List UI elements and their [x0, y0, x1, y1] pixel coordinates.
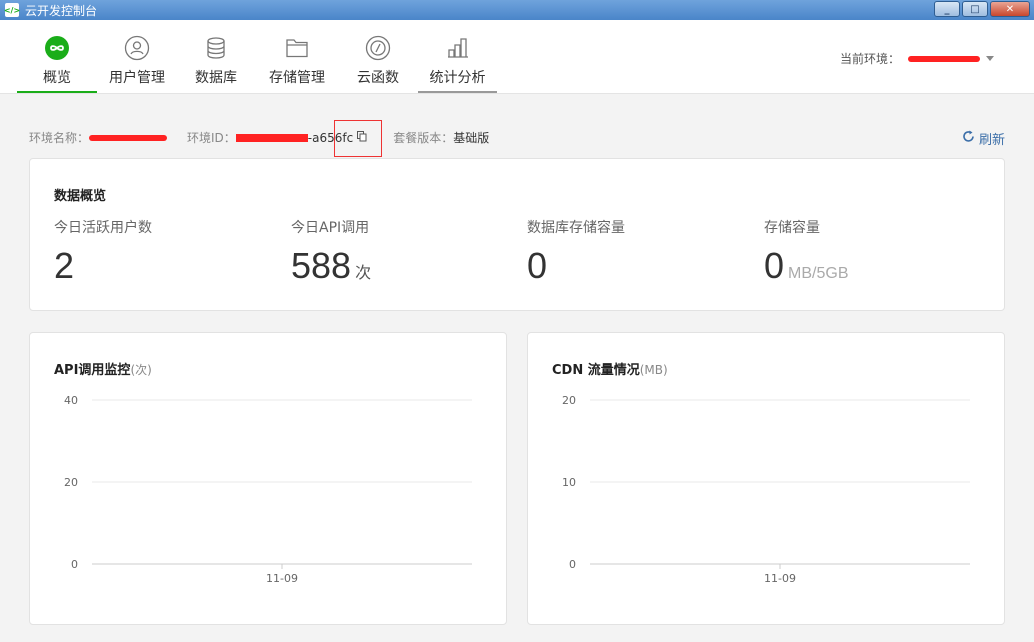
function-icon [365, 35, 391, 61]
y-tick-label: 20 [64, 476, 78, 489]
refresh-label: 刷新 [978, 133, 1005, 148]
infinity-icon [44, 35, 70, 61]
environment-selector[interactable]: 当前环境： [840, 50, 994, 67]
nav-item-database[interactable]: 数据库 [186, 20, 246, 93]
database-icon [203, 35, 229, 61]
stat-api-calls: 今日API调用 588 次 [291, 217, 371, 287]
data-overview-panel: 数据概览 今日活跃用户数 2 今日API调用 588 次 数据库存储容量 0 存储… [29, 158, 1005, 311]
redacted-env-name [89, 134, 168, 141]
y-tick-label: 20 [562, 394, 576, 407]
window-titlebar: </> 云开发控制台 _ □ ✕ [0, 0, 1034, 20]
y-tick-label: 10 [562, 476, 576, 489]
top-nav: 概览 用户管理 数据库 存储管理 云函数 统计分析 当前环境： [0, 20, 1034, 94]
api-monitor-chart: 0 20 40 11-09 [64, 394, 472, 585]
env-id-label: 环境ID： [187, 131, 236, 145]
folder-icon [284, 35, 310, 61]
nav-label: 用户管理 [109, 70, 165, 86]
stat-storage-capacity: 存储容量 0 MB/5GB [764, 217, 849, 287]
api-monitor-panel: API调用监控(次) 0 20 40 11-09 [29, 332, 507, 625]
stat-name: 数据库存储容量 [527, 220, 625, 236]
minimize-button[interactable]: _ [934, 1, 960, 17]
highlight-box [334, 120, 382, 157]
stat-value: 0 [764, 245, 785, 286]
cdn-traffic-chart: 0 10 20 11-09 [562, 394, 970, 585]
stat-name: 存储容量 [764, 220, 820, 236]
user-icon [124, 35, 150, 61]
window-title: 云开发控制台 [25, 3, 98, 18]
nav-item-storage[interactable]: 存储管理 [262, 20, 332, 93]
stat-database-storage: 数据库存储容量 0 [527, 217, 625, 287]
plan-label: 套餐版本： [393, 131, 454, 145]
nav-label: 统计分析 [429, 70, 486, 86]
x-tick-label: 11-09 [266, 572, 298, 585]
y-tick-label: 40 [64, 394, 78, 407]
refresh-icon [962, 130, 975, 147]
refresh-button[interactable]: 刷新 [962, 129, 1005, 148]
environment-info-row: 环境名称： 环境ID： -a656fc 套餐版本： 基础版 [29, 129, 489, 146]
stat-value: 588 [291, 245, 352, 286]
nav-item-cloud-functions[interactable]: 云函数 [350, 20, 406, 93]
nav-label: 存储管理 [269, 70, 325, 86]
x-tick-label: 11-09 [764, 572, 796, 585]
cdn-traffic-panel: CDN 流量情况(MB) 0 10 20 11-09 [527, 332, 1005, 625]
close-button[interactable]: ✕ [990, 1, 1030, 17]
stat-name: 今日API调用 [291, 220, 370, 236]
nav-item-analytics[interactable]: 统计分析 [418, 20, 497, 93]
stat-unit: MB/5GB [788, 265, 849, 282]
env-name-label: 环境名称： [29, 131, 90, 145]
redacted-env-id [235, 133, 308, 142]
redacted-environment-name [908, 55, 980, 62]
chevron-down-icon [986, 56, 994, 61]
bar-chart-icon [445, 35, 471, 61]
maximize-button[interactable]: □ [962, 1, 988, 17]
stat-value: 2 [54, 245, 75, 286]
stat-name: 今日活跃用户数 [54, 220, 152, 236]
nav-label: 概览 [43, 70, 71, 86]
y-tick-label: 0 [71, 558, 78, 571]
nav-label: 云函数 [357, 70, 399, 86]
y-tick-label: 0 [569, 558, 576, 571]
environment-label: 当前环境： [839, 52, 900, 66]
plan-value: 基础版 [453, 131, 490, 145]
stat-value: 0 [527, 245, 548, 286]
stat-active-users: 今日活跃用户数 2 [54, 217, 152, 287]
stat-unit: 次 [355, 265, 372, 282]
nav-item-overview[interactable]: 概览 [17, 20, 97, 93]
app-code-icon: </> [4, 3, 20, 17]
overview-title: 数据概览 [54, 189, 107, 204]
nav-label: 数据库 [195, 70, 237, 86]
nav-item-user-management[interactable]: 用户管理 [102, 20, 172, 93]
